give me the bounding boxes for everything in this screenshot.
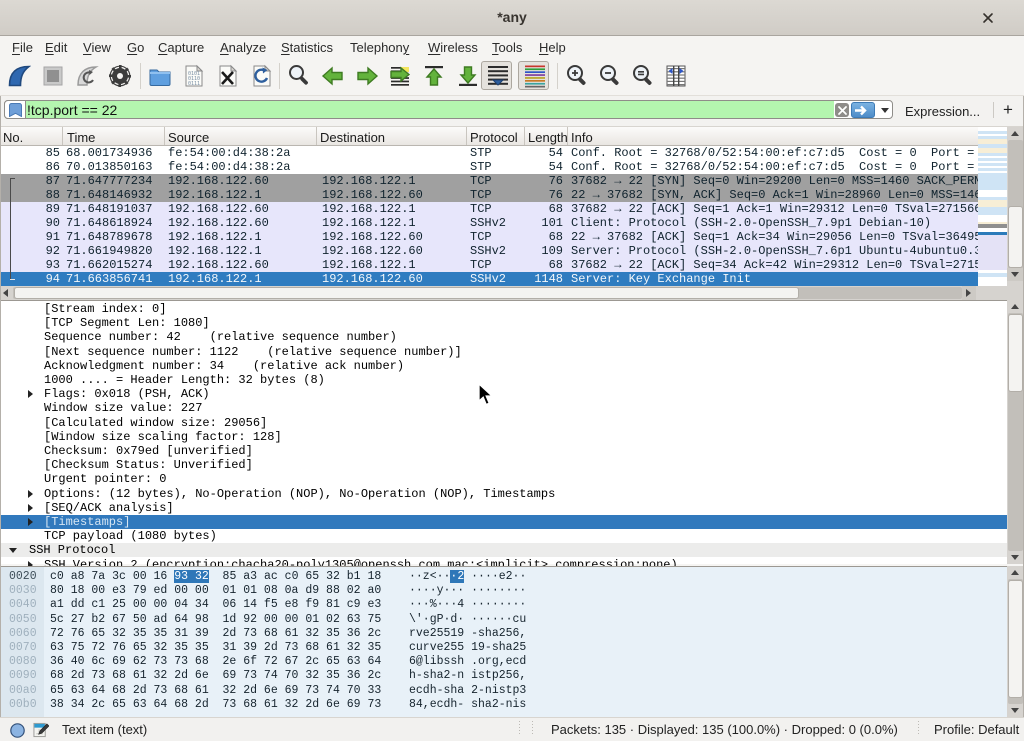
svg-text:0111: 0111 [188,81,200,87]
